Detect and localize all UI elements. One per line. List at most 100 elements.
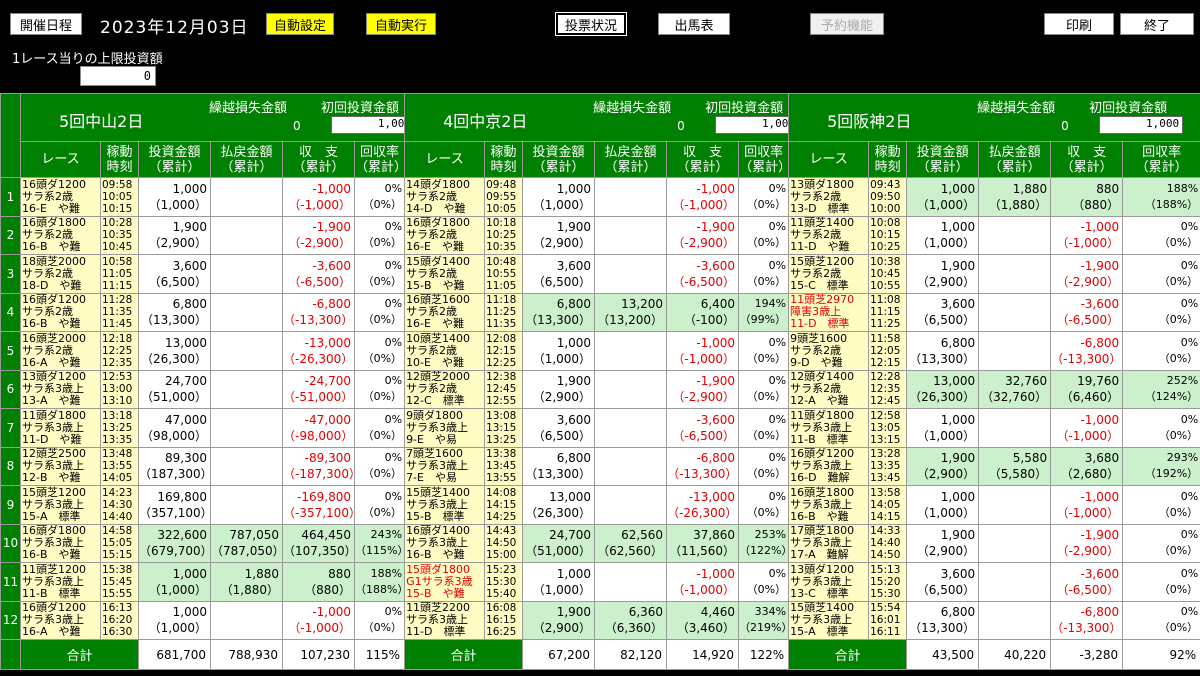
race-info[interactable]: 17頭芝1800 サラ系3歳上 17-A 難解 bbox=[788, 523, 870, 563]
initial-investment-input[interactable]: 1,000 bbox=[1099, 116, 1184, 134]
column-payout: 払戻金額 （累計） bbox=[978, 141, 1052, 178]
race-info[interactable]: 16頭ダ1400 サラ系3歳上 16-B や難 bbox=[404, 523, 486, 563]
balance-amount: -6,800 （-13,300） bbox=[1050, 331, 1124, 371]
return-rate: 0% （0%） bbox=[1122, 331, 1200, 371]
investment-amount: 6,800 （13,300） bbox=[522, 292, 596, 332]
investment-amount: 1,000 （1,000） bbox=[138, 562, 211, 602]
column-balance: 収 支 （累計） bbox=[666, 141, 740, 178]
race-times: 14:33 14:40 14:50 bbox=[868, 523, 908, 563]
race-info[interactable]: 15頭芝1400 サラ系3歳上 15-A 標準 bbox=[788, 600, 870, 640]
race-number: 2 bbox=[0, 215, 21, 255]
race-info[interactable]: 16頭ダ1200 サラ系3歳上 16-A や難 bbox=[20, 600, 101, 640]
payout-amount bbox=[594, 215, 668, 255]
race-info[interactable]: 11頭芝2970 障害3歳上 11-D 標準 bbox=[788, 292, 870, 332]
balance-amount: -3,600 （-6,500） bbox=[282, 254, 355, 294]
race-info[interactable]: 18頭芝2000 サラ系2歳 18-D や難 bbox=[20, 254, 101, 294]
payout-amount bbox=[594, 331, 668, 371]
carryover-value: 0 bbox=[293, 119, 301, 133]
race-row: 2 16頭ダ1800 サラ系2歳 16-B や難 10:28 10:35 10:45… bbox=[0, 215, 1200, 255]
race-info[interactable]: 15頭ダ1800 G1サラ系3歳 15-B や難 bbox=[404, 562, 486, 602]
venue-header-spacer bbox=[0, 93, 21, 178]
race-info[interactable]: 11頭ダ1800 サラ系3歳上 11-D や難 bbox=[20, 408, 101, 448]
race-times: 12:53 13:00 13:10 bbox=[100, 369, 139, 409]
race-row: 7 11頭ダ1800 サラ系3歳上 11-D や難 13:18 13:25 13:3… bbox=[0, 408, 1200, 448]
race-info[interactable]: 14頭ダ1800 サラ系2歳 14-D や難 bbox=[404, 177, 486, 217]
race-info[interactable]: 15頭芝1200 サラ系2歳 15-C 標準 bbox=[788, 254, 870, 294]
race-number: 3 bbox=[0, 254, 21, 294]
race-row: 4 16頭ダ1200 サラ系2歳 16-B や難 11:28 11:35 11:45… bbox=[0, 292, 1200, 332]
return-rate: 0% （0%） bbox=[1122, 600, 1200, 640]
schedule-button[interactable]: 開催日程 bbox=[10, 13, 82, 35]
race-times: 14:58 15:05 15:15 bbox=[100, 523, 139, 563]
return-rate: 188% （188%） bbox=[1122, 177, 1200, 217]
race-times: 10:38 10:45 10:55 bbox=[868, 254, 908, 294]
race-info[interactable]: 15頭芝1400 サラ系3歳上 15-B 標準 bbox=[404, 485, 486, 525]
race-info[interactable]: 11頭芝1200 サラ系3歳上 11-B 標準 bbox=[20, 562, 101, 602]
vote-status-button[interactable]: 投票状況 bbox=[555, 12, 627, 36]
initial-investment-input[interactable]: 1,000 bbox=[331, 116, 404, 134]
column-race: レース bbox=[404, 141, 486, 178]
carryover-label: 繰越損失金額 bbox=[209, 101, 288, 116]
race-info[interactable]: 12頭ダ1400 サラ系2歳 12-A や難 bbox=[788, 369, 870, 409]
total-balance: -3,280 bbox=[1050, 639, 1124, 670]
limit-input[interactable] bbox=[80, 66, 156, 86]
return-rate: 0% （0%） bbox=[353, 177, 406, 217]
race-times: 09:48 09:55 10:05 bbox=[484, 177, 524, 217]
race-info[interactable]: 15頭芝1200 サラ系3歳上 15-A 標準 bbox=[20, 485, 101, 525]
race-info[interactable]: 13頭ダ1800 サラ系2歳 13-D 標準 bbox=[788, 177, 870, 217]
venue-header: 5回阪神2日 繰越損失金額 0 初回投資金額 1,000 bbox=[788, 93, 1200, 142]
balance-amount: 19,760 （6,460） bbox=[1050, 369, 1124, 409]
race-info[interactable]: 16頭ダ1200 サラ系2歳 16-B や難 bbox=[20, 292, 101, 332]
payout-amount bbox=[978, 562, 1052, 602]
return-rate: 0% （0%） bbox=[1122, 215, 1200, 255]
investment-amount: 1,000 （1,000） bbox=[138, 177, 211, 217]
race-info[interactable]: 13頭ダ1200 サラ系3歳上 13-C 標準 bbox=[788, 562, 870, 602]
race-row: 6 13頭ダ1200 サラ系3歳上 13-A や難 12:53 13:00 13:1… bbox=[0, 369, 1200, 409]
investment-amount: 322,600 （679,700） bbox=[138, 523, 211, 563]
balance-amount: -169,800 （-357,100） bbox=[282, 485, 355, 525]
race-info[interactable]: 11頭芝2200 サラ系3歳上 11-D 標準 bbox=[404, 600, 486, 640]
race-info[interactable]: 12頭芝2500 サラ系3歳上 12-B や難 bbox=[20, 446, 101, 486]
investment-amount: 24,700 （51,000） bbox=[138, 369, 211, 409]
race-info[interactable]: 16頭ダ1800 サラ系2歳 16-B や難 bbox=[20, 215, 101, 255]
investment-amount: 1,900 （2,900） bbox=[906, 446, 980, 486]
race-info[interactable]: 11頭ダ1800 サラ系3歳上 11-B 標準 bbox=[788, 408, 870, 448]
venue-name: 5回中山2日 bbox=[59, 112, 144, 131]
race-info[interactable]: 16頭芝1600 サラ系2歳 16-E や難 bbox=[404, 292, 486, 332]
print-button[interactable]: 印刷 bbox=[1044, 13, 1114, 35]
initial-investment-input[interactable]: 1,000 bbox=[715, 116, 788, 134]
race-row: 12 16頭ダ1200 サラ系3歳上 16-A や難 16:13 16:20 16:… bbox=[0, 600, 1200, 640]
race-info[interactable]: 16頭ダ1200 サラ系2歳 16-E や難 bbox=[20, 177, 101, 217]
race-info[interactable]: 10頭芝1400 サラ系2歳 10-E や難 bbox=[404, 331, 486, 371]
payout-amount: 32,760 （32,760） bbox=[978, 369, 1052, 409]
race-info[interactable]: 7頭芝1600 サラ系3歳上 7-E や易 bbox=[404, 446, 486, 486]
race-info[interactable]: 13頭ダ1200 サラ系3歳上 13-A や難 bbox=[20, 369, 101, 409]
race-info[interactable]: 16頭ダ1800 サラ系3歳上 16-B や難 bbox=[20, 523, 101, 563]
return-rate: 0% （0%） bbox=[1122, 485, 1200, 525]
race-times: 13:38 13:45 13:55 bbox=[484, 446, 524, 486]
race-info[interactable]: 9頭ダ1800 サラ系3歳上 9-E や易 bbox=[404, 408, 486, 448]
race-info[interactable]: 11頭芝1400 サラ系2歳 11-D や難 bbox=[788, 215, 870, 255]
race-info[interactable]: 9頭芝1600 サラ系2歳 9-D や難 bbox=[788, 331, 870, 371]
auto-setting-button[interactable]: 自動設定 bbox=[266, 13, 334, 35]
race-info[interactable]: 16頭ダ1800 サラ系2歳 16-E や難 bbox=[404, 215, 486, 255]
balance-amount: -1,000 （-1,000） bbox=[1050, 485, 1124, 525]
race-info[interactable]: 12頭芝2000 サラ系2歳 12-C 標準 bbox=[404, 369, 486, 409]
entries-button[interactable]: 出馬表 bbox=[658, 13, 730, 35]
exit-button[interactable]: 終了 bbox=[1120, 13, 1194, 35]
payout-amount bbox=[594, 369, 668, 409]
race-times: 16:13 16:20 16:30 bbox=[100, 600, 139, 640]
race-info[interactable]: 16頭芝1800 サラ系3歳上 16-B や難 bbox=[788, 485, 870, 525]
investment-amount: 6,800 （13,300） bbox=[906, 331, 980, 371]
race-times: 10:28 10:35 10:45 bbox=[100, 215, 139, 255]
race-times: 11:08 11:15 11:25 bbox=[868, 292, 908, 332]
payout-amount bbox=[594, 446, 668, 486]
race-info[interactable]: 15頭ダ1400 サラ系2歳 15-B や難 bbox=[404, 254, 486, 294]
investment-amount: 1,000 （1,000） bbox=[138, 600, 211, 640]
race-info[interactable]: 16頭ダ1200 サラ系3歳上 16-D 難解 bbox=[788, 446, 870, 486]
auto-run-button[interactable]: 自動実行 bbox=[366, 13, 436, 35]
race-info[interactable]: 16頭芝2000 サラ系2歳 16-A や難 bbox=[20, 331, 101, 371]
reservation-button[interactable]: 予約機能 bbox=[810, 13, 884, 35]
payout-amount bbox=[978, 408, 1052, 448]
carryover-value: 0 bbox=[677, 119, 685, 133]
